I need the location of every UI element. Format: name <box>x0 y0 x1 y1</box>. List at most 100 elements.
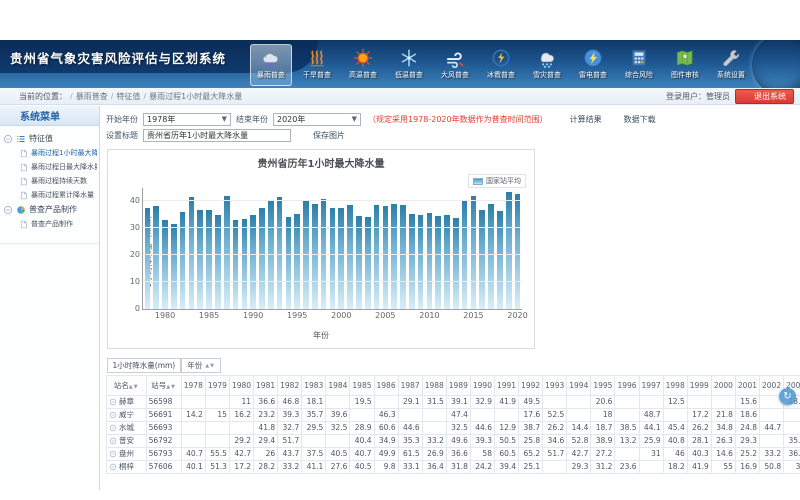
nav-item-high-temp[interactable]: 高温普查 <box>342 44 384 86</box>
breadcrumb-separator: / <box>143 92 146 101</box>
nav-item-settings[interactable]: 系统设置 <box>710 44 752 86</box>
value-cell: 33.1 <box>398 460 422 473</box>
nav-item-label: 雷电普查 <box>579 70 607 80</box>
year-column-header[interactable]: 1993 <box>543 375 567 395</box>
year-column-header[interactable]: 1995 <box>591 375 615 395</box>
year-column-header[interactable]: 1982 <box>278 375 302 395</box>
tree-item[interactable]: 普查产品制作 <box>3 217 97 231</box>
value-cell: 17.6 <box>519 408 543 421</box>
year-column-header[interactable]: 1990 <box>470 375 494 395</box>
nav-item-low-temp[interactable]: 低温普查 <box>388 44 430 86</box>
value-cell: 17.2 <box>687 408 711 421</box>
year-column-header[interactable]: 2000 <box>711 375 735 395</box>
nav-item-hail[interactable]: 冰雹普查 <box>480 44 522 86</box>
year-column-header[interactable]: 1992 <box>519 375 543 395</box>
table-row[interactable]: 桐梓 5760640.151.317.228.233.241.127.640.5… <box>107 460 800 473</box>
bar-slot <box>487 188 496 309</box>
year-column-header[interactable]: 1987 <box>398 375 422 395</box>
value-cell: 33.2 <box>278 460 302 473</box>
y-tick-label: 0 <box>135 304 140 313</box>
snow-icon <box>536 47 558 69</box>
breadcrumb-item[interactable]: 暴雨过程1小时最大降水量 <box>149 91 242 102</box>
logout-button[interactable]: 退出系统 <box>735 89 794 104</box>
location-icon <box>6 91 16 101</box>
nav-item-wind[interactable]: 大风普查 <box>434 44 476 86</box>
calc-result-button[interactable]: 计算结果 <box>558 114 602 125</box>
year-column-header[interactable]: 1988 <box>422 375 446 395</box>
nav-item-map-review[interactable]: 图件审核 <box>664 44 706 86</box>
value-cell <box>567 395 591 408</box>
year-column-header[interactable]: 1998 <box>663 375 687 395</box>
bar-slot: 2000 <box>337 188 346 309</box>
bar <box>488 204 494 309</box>
year-column-header[interactable]: 1991 <box>494 375 518 395</box>
year-column-header[interactable]: 1983 <box>302 375 326 395</box>
x-tick-label: 2020 <box>507 311 527 320</box>
bar-slot <box>214 188 223 309</box>
table-row[interactable]: 威宁 5669114.21516.223.239.335.739.646.347… <box>107 408 800 421</box>
nav-item-lightning[interactable]: 雷电普查 <box>572 44 614 86</box>
bar-slot <box>434 188 443 309</box>
range-note: （规定采用1978-2020年数据作为普查时间范围） <box>368 114 548 125</box>
bar <box>374 205 380 309</box>
tree-item[interactable]: 暴雨过程日最大降水量 <box>3 160 97 174</box>
value-cell: 40.7 <box>181 447 205 460</box>
refresh-float-icon[interactable]: ↻ <box>779 388 796 405</box>
year-column-header[interactable]: 1996 <box>615 375 639 395</box>
chevron-down-icon: ▼ <box>222 115 227 123</box>
station-name-header[interactable]: 站名▲▼ <box>107 375 147 395</box>
chart-legend[interactable]: 国家站平均 <box>468 174 526 188</box>
year-column-header[interactable]: 2001 <box>735 375 759 395</box>
year-column-header[interactable]: 1984 <box>326 375 350 395</box>
nav-item-rainstorm[interactable]: 暴雨普查 <box>250 44 292 86</box>
measure-selector[interactable]: 1小时降水量(mm) <box>107 358 182 373</box>
value-cell <box>302 434 326 447</box>
nav-item-risk[interactable]: 综合风险 <box>618 44 660 86</box>
data-download-button[interactable]: 数据下载 <box>612 114 656 125</box>
station-data-table: 1小时降水量(mm) 年份▲▼ 站名▲▼ 站号▲▼197819791980198… <box>106 358 800 474</box>
bar-slot <box>504 188 513 309</box>
breadcrumb-item[interactable]: 特征值 <box>116 91 140 102</box>
table-row[interactable]: 盘州 5679340.755.542.72643.737.540.540.749… <box>107 447 800 460</box>
table-row[interactable]: 水城 5669341.832.729.532.528.960.644.632.5… <box>107 421 800 434</box>
nav-item-snow[interactable]: 雪灾普查 <box>526 44 568 86</box>
year-column-header[interactable]: 1994 <box>567 375 591 395</box>
save-image-button[interactable]: 保存图片 <box>301 130 345 141</box>
bar <box>189 197 195 309</box>
table-row[interactable]: 赫章 565981136.646.818.119.529.131.539.132… <box>107 395 800 408</box>
year-column-header[interactable]: 1999 <box>687 375 711 395</box>
chart-title-input[interactable] <box>143 129 291 142</box>
value-cell: 28.1 <box>687 434 711 447</box>
table-row[interactable]: 普安 5679229.229.451.740.434.935.333.249.6… <box>107 434 800 447</box>
year-column-header[interactable]: 1981 <box>254 375 278 395</box>
value-cell: 60.6 <box>374 421 398 434</box>
start-year-select[interactable]: 1978年 ▼ <box>143 113 231 126</box>
tree-item[interactable]: 暴雨过程1小时最大降水量 <box>3 146 97 160</box>
drought-icon <box>306 47 328 69</box>
year-sort-header[interactable]: 年份▲▼ <box>181 358 221 373</box>
nav-item-drought[interactable]: 干旱普查 <box>296 44 338 86</box>
value-cell: 35.7 <box>784 434 800 447</box>
value-cell: 12.9 <box>494 421 518 434</box>
tree-item[interactable]: 暴雨过程累计降水量 <box>3 188 97 202</box>
tree-item[interactable]: 暴雨过程持续天数 <box>3 174 97 188</box>
value-cell: 31.2 <box>591 460 615 473</box>
year-column-header[interactable]: 1997 <box>639 375 663 395</box>
tree-group[interactable]: 普查产品制作 <box>3 202 97 217</box>
year-column-header[interactable]: 1989 <box>446 375 470 395</box>
value-cell <box>422 421 446 434</box>
year-column-header[interactable]: 1985 <box>350 375 374 395</box>
year-column-header[interactable]: 1978 <box>181 375 205 395</box>
rainstorm-icon <box>260 47 282 69</box>
body-area: 系统菜单 特征值暴雨过程1小时最大降水量暴雨过程日最大降水量暴雨过程持续天数暴雨… <box>0 106 800 490</box>
bar <box>471 196 477 309</box>
year-column-header[interactable]: 1986 <box>374 375 398 395</box>
end-year-select[interactable]: 2020年 ▼ <box>273 113 361 126</box>
value-cell: 55 <box>711 460 735 473</box>
tree-group[interactable]: 特征值 <box>3 131 97 146</box>
breadcrumb-item[interactable]: 暴雨普查 <box>76 91 108 102</box>
value-cell: 29.4 <box>254 434 278 447</box>
station-id-header[interactable]: 站号▲▼ <box>146 375 181 395</box>
year-column-header[interactable]: 1980 <box>229 375 253 395</box>
year-column-header[interactable]: 1979 <box>205 375 229 395</box>
